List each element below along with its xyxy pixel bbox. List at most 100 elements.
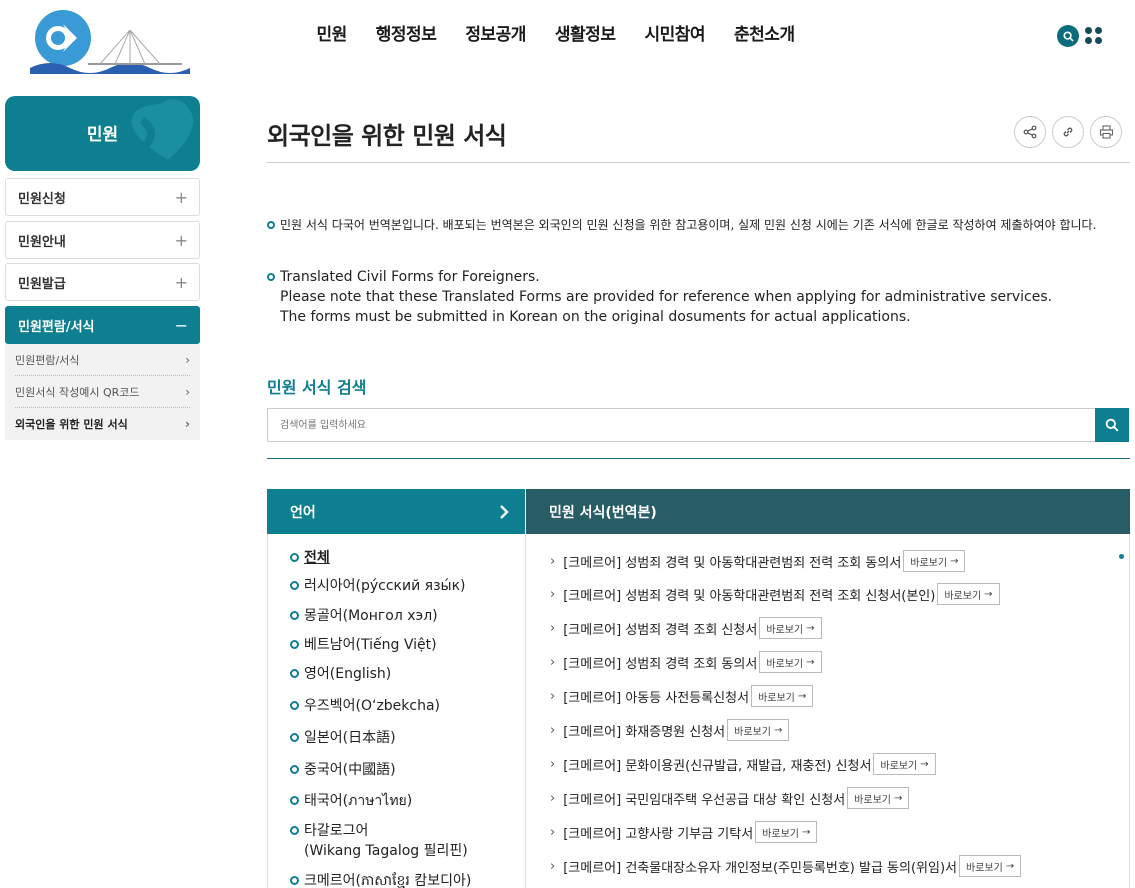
view-button[interactable]: 바로보기 →: [937, 583, 1000, 605]
list-item: › [크메르어] 건축물대장소유자 개인정보(주민등록번호) 발급 동의(위임)서…: [550, 855, 1022, 877]
language-item-russian[interactable]: 러시아어(ру́сский язы́к): [290, 576, 466, 596]
view-label: 바로보기: [766, 658, 804, 670]
arrow-right-icon: →: [797, 690, 807, 702]
nav-life-info[interactable]: 생활정보: [540, 20, 630, 45]
view-button[interactable]: 바로보기 →: [759, 617, 822, 639]
chevron-right-icon: ›: [550, 858, 556, 874]
form-title: [크메르어] 아동등 사전등록신청서: [563, 690, 750, 706]
list-item: › [크메르어] 화재증명원 신청서 바로보기 →: [550, 719, 790, 741]
list-item: › [크메르어] 성범죄 경력 및 아동학대관련범죄 전력 조회 신청서(본인) 바…: [550, 583, 1000, 605]
nav-citizen-participation[interactable]: 시민참여: [630, 20, 720, 45]
language-panel-header[interactable]: 언어: [267, 489, 525, 534]
form-title: [크메르어] 성범죄 경력 및 아동학대관련범죄 전력 조회 신청서(본인): [563, 588, 936, 604]
view-label: 바로보기: [734, 726, 771, 738]
notice-english: Translated Civil Forms for Foreigners. P…: [267, 267, 1129, 327]
submenu-item-foreigner-forms[interactable]: 외국인을 위한 민원 서식 ›: [15, 408, 190, 440]
minus-icon: −: [174, 315, 188, 335]
forms-header-label: 민원 서식(번역본): [549, 504, 657, 521]
language-item-khmer[interactable]: 크메르어(ភាសាខ្មែរ 캄보디아): [290, 871, 471, 888]
form-title: [크메르어] 국민임대주택 우선공급 대상 확인 신청서: [563, 792, 846, 808]
list-item: › [크메르어] 국민임대주택 우선공급 대상 확인 신청서 바로보기 →: [550, 787, 910, 809]
chevron-right-icon: ›: [550, 824, 556, 840]
notice-en-line: The forms must be submitted in Korean on…: [280, 309, 911, 325]
language-item-thai[interactable]: 태국어(ภาษาไทย): [290, 791, 412, 811]
view-label: 바로보기: [944, 590, 982, 602]
sidebar-item-label: 민원신청: [18, 191, 66, 207]
nav-info-disclosure[interactable]: 정보공개: [451, 20, 541, 45]
sidebar-item-issue[interactable]: 민원발급 +: [5, 263, 200, 301]
sidebar-item-guide[interactable]: 민원안내 +: [5, 221, 200, 259]
sitemap-menu-icon[interactable]: [1085, 27, 1103, 45]
view-button[interactable]: 바로보기 →: [959, 855, 1022, 877]
plus-icon: +: [174, 230, 188, 250]
view-button[interactable]: 바로보기 →: [847, 787, 910, 809]
form-title: [크메르어] 건축물대장소유자 개인정보(주민등록번호) 발급 동의(위임)서: [563, 860, 958, 876]
view-button[interactable]: 바로보기 →: [755, 821, 818, 843]
form-title: [크메르어] 성범죄 경력 조회 동의서: [563, 656, 758, 672]
nav-minwon[interactable]: 민원: [302, 20, 361, 45]
form-title: [크메르어] 성범죄 경력 및 아동학대관련범죄 전력 조회 동의서: [563, 555, 902, 571]
language-item-tagalog[interactable]: 타갈로그어 (Wikang Tagalog 필리핀): [290, 821, 468, 861]
view-button[interactable]: 바로보기 →: [751, 685, 814, 707]
sidebar-item-label: 민원발급: [18, 276, 66, 292]
print-button[interactable]: [1090, 116, 1122, 148]
view-label: 바로보기: [966, 862, 1003, 874]
submenu-item-handbook[interactable]: 민원편람/서식 ›: [15, 344, 190, 376]
global-nav: 민원 행정정보 정보공개 생활정보 시민참여 춘천소개: [302, 20, 809, 45]
view-button[interactable]: 바로보기 →: [759, 651, 822, 673]
forms-list: › [크메르어] 성범죄 경력 및 아동학대관련범죄 전력 조회 동의서 바로보기 →…: [526, 534, 1130, 888]
language-label: 타갈로그어: [304, 823, 369, 839]
copy-link-button[interactable]: [1052, 116, 1084, 148]
list-item: › [크메르어] 문화이용권(신규발급, 재발급, 재충전) 신청서 바로보기 →: [550, 753, 936, 775]
language-item-japanese[interactable]: 일본어(日本語): [290, 728, 396, 748]
language-item-chinese[interactable]: 중국어(中國語): [290, 760, 396, 780]
language-item-all[interactable]: 전체: [290, 548, 330, 568]
chevron-right-icon: ›: [550, 553, 556, 569]
sidebar-item-forms[interactable]: 민원편람/서식 −: [5, 306, 200, 344]
share-icon: [1023, 125, 1037, 139]
arrow-right-icon: →: [950, 555, 959, 567]
page-tools: [1014, 116, 1122, 148]
search-icon: [1062, 30, 1074, 42]
view-label: 바로보기: [766, 624, 804, 636]
header-search-button[interactable]: [1057, 25, 1079, 47]
sidebar-submenu: 민원편람/서식 › 민원서식 작성예시 QR코드 › 외국인을 위한 민원 서식 ›: [5, 344, 200, 440]
nav-about-chuncheon[interactable]: 춘천소개: [720, 20, 810, 45]
search-button[interactable]: [1095, 408, 1129, 442]
share-button[interactable]: [1014, 116, 1046, 148]
view-button[interactable]: 바로보기 →: [903, 550, 966, 572]
arrow-right-icon: →: [806, 622, 815, 634]
submenu-label: 민원서식 작성예시 QR코드: [15, 385, 140, 399]
chevron-right-icon: ›: [550, 620, 556, 636]
search-input[interactable]: [267, 408, 1095, 442]
search-section-title: 민원 서식 검색: [267, 378, 367, 397]
search-divider: [267, 458, 1130, 459]
chevron-right-icon: ›: [550, 586, 556, 602]
view-label: 바로보기: [758, 692, 795, 704]
arrow-right-icon: →: [1005, 860, 1015, 872]
link-icon: [1063, 127, 1073, 137]
sidebar-item-apply[interactable]: 민원신청 +: [5, 178, 200, 216]
chevron-right-icon: ›: [550, 756, 556, 772]
plus-icon: +: [174, 187, 188, 207]
notice-en-line: Translated Civil Forms for Foreigners.: [280, 269, 540, 285]
language-item-english[interactable]: 영어(English): [290, 664, 391, 684]
view-button[interactable]: 바로보기 →: [873, 753, 936, 775]
forms-panel-header: 민원 서식(번역본): [526, 489, 1130, 534]
arrow-right-icon: →: [773, 724, 783, 736]
form-title: [크메르어] 문화이용권(신규발급, 재발급, 재충전) 신청서: [563, 758, 872, 774]
arrow-right-icon: →: [984, 588, 993, 600]
chevron-right-icon: [500, 504, 509, 519]
arrow-right-icon: →: [802, 826, 811, 838]
list-item: › [크메르어] 고향사랑 기부금 기탁서 바로보기 →: [550, 821, 818, 843]
submenu-item-qr-examples[interactable]: 민원서식 작성예시 QR코드 ›: [15, 376, 190, 408]
form-title: [크메르어] 성범죄 경력 조회 신청서: [563, 622, 758, 638]
chevron-right-icon: ›: [185, 384, 190, 399]
nav-admin-info[interactable]: 행정정보: [361, 20, 451, 45]
language-item-mongolian[interactable]: 몽골어(Монгол хэл): [290, 606, 438, 626]
language-item-uzbek[interactable]: 우즈벡어(O‘zbekcha): [290, 696, 440, 716]
view-button[interactable]: 바로보기 →: [727, 719, 790, 741]
language-item-vietnamese[interactable]: 베트남어(Tiếng Việt): [290, 635, 437, 655]
chuncheon-logo[interactable]: [30, 8, 190, 74]
chevron-right-icon: ›: [185, 417, 190, 431]
